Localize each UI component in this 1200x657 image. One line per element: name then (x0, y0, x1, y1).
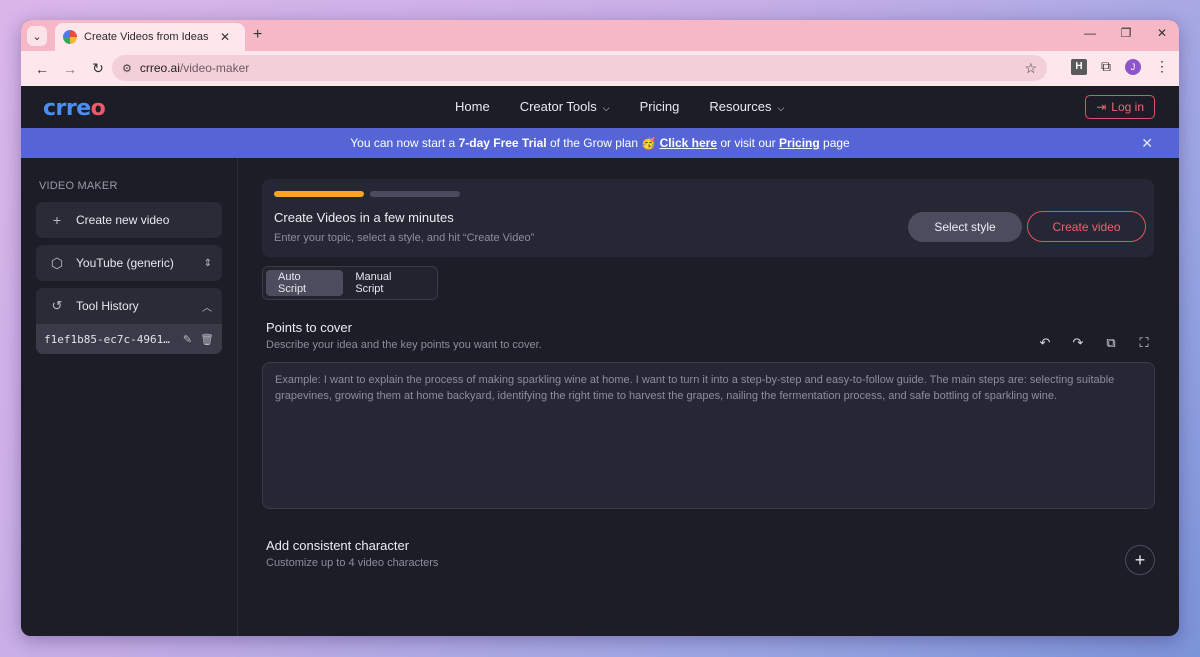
chevron-updown-icon: ⇕ (203, 257, 212, 269)
fullscreen-icon[interactable]: ⛶ (1137, 335, 1151, 351)
nav-pricing[interactable]: Pricing (640, 99, 680, 114)
add-character-button[interactable]: + (1125, 545, 1155, 575)
browser-window: ⌄ Create Videos from Ideas in Minutes ✕ … (21, 20, 1179, 636)
pricing-link[interactable]: Pricing (779, 136, 820, 150)
card-title: Create Videos in a few minutes (274, 210, 454, 225)
history-icon: ↺ (51, 298, 63, 313)
new-tab-button[interactable]: + (253, 26, 262, 44)
tab-manual-script[interactable]: Manual Script (343, 270, 434, 296)
promo-banner: You can now start a 7-day Free Trial of … (21, 128, 1179, 158)
extensions-area: H ⧉ J ⋮ (1071, 58, 1169, 75)
points-textarea[interactable]: Example: I want to explain the process o… (262, 362, 1155, 509)
tool-history: ↺ Tool History ︿ f1ef1b85-ec7c-4961-958.… (36, 288, 222, 354)
card-subtitle: Enter your topic, select a style, and hi… (274, 232, 535, 244)
browser-menu-icon[interactable]: ⋮ (1155, 58, 1169, 75)
address-bar-row: ← → ↻ ⚙ crreo.ai /video-maker ☆ H ⧉ J ⋮ (21, 51, 1179, 86)
select-style-button[interactable]: Select style (908, 212, 1022, 242)
copy-icon[interactable]: ⧉ (1104, 335, 1118, 351)
extensions-puzzle-icon[interactable]: ⧉ (1101, 58, 1111, 75)
tab-search-button[interactable]: ⌄ (27, 26, 47, 46)
restore-icon[interactable]: ❐ (1119, 26, 1133, 40)
close-icon[interactable]: ✕ (1141, 135, 1153, 152)
close-icon[interactable]: ✕ (220, 30, 230, 44)
progress-step-2 (370, 191, 460, 197)
points-title: Points to cover (266, 320, 352, 335)
history-item[interactable]: f1ef1b85-ec7c-4961-958... ✎ 🗑 (36, 324, 222, 354)
url-path: /video-maker (179, 61, 250, 75)
trash-icon[interactable]: 🗑 (200, 333, 214, 346)
login-button[interactable]: ⇥ Log in (1085, 95, 1155, 119)
site-settings-icon[interactable]: ⚙ (122, 62, 132, 75)
platform-select[interactable]: ⬡ YouTube (generic) ⇕ (36, 245, 222, 281)
edit-pencil-icon[interactable]: ✎ (183, 333, 192, 346)
site-header: crreo Home Creator Tools ⌵ Pricing Resour… (21, 86, 1179, 128)
character-title: Add consistent character (266, 538, 410, 553)
reload-icon[interactable]: ↻ (87, 60, 109, 77)
extension-h-icon[interactable]: H (1071, 58, 1087, 75)
window-controls: — ❐ ✕ (1083, 26, 1169, 40)
party-emoji-icon: 🥳 (641, 136, 657, 150)
sidebar: VIDEO MAKER + Create new video ⬡ YouTube… (21, 158, 238, 636)
plus-icon: + (1134, 549, 1146, 570)
sidebar-heading: VIDEO MAKER (39, 180, 118, 192)
chevron-down-icon: ⌵ (777, 103, 785, 113)
chevron-down-icon: ⌄ (32, 30, 42, 43)
character-subtitle: Customize up to 4 video characters (266, 557, 439, 569)
editor-toolbar: ↶ ↷ ⧉ ⛶ (1038, 335, 1151, 351)
progress-steps (274, 191, 460, 197)
chevron-up-icon: ︿ (202, 302, 212, 314)
chevron-down-icon: ⌵ (602, 103, 610, 113)
login-icon: ⇥ (1096, 100, 1107, 114)
main-nav: Home Creator Tools ⌵ Pricing Resources ⌵ (455, 99, 784, 114)
minimize-icon[interactable]: — (1083, 26, 1097, 40)
points-subtitle: Describe your idea and the key points yo… (266, 339, 542, 351)
tab-title: Create Videos from Ideas in Minutes (84, 31, 212, 43)
crreo-logo[interactable]: crreo (43, 96, 106, 121)
profile-avatar[interactable]: J (1125, 58, 1141, 75)
forward-arrow-icon[interactable]: → (59, 61, 81, 77)
redo-icon[interactable]: ↷ (1071, 335, 1085, 351)
main-content: Create Videos in a few minutes Enter you… (238, 158, 1179, 636)
cube-icon: ⬡ (50, 254, 64, 271)
nav-resources[interactable]: Resources ⌵ (709, 99, 784, 114)
back-arrow-icon[interactable]: ← (31, 61, 53, 77)
nav-creator-tools[interactable]: Creator Tools ⌵ (520, 99, 610, 114)
click-here-link[interactable]: Click here (660, 136, 717, 150)
create-video-button[interactable]: Create video (1027, 211, 1146, 242)
bookmark-star-icon[interactable]: ☆ (1024, 60, 1037, 77)
tab-auto-script[interactable]: Auto Script (266, 270, 344, 296)
favicon-icon (63, 30, 77, 44)
browser-tab[interactable]: Create Videos from Ideas in Minutes ✕ (55, 23, 245, 51)
tool-history-toggle[interactable]: ↺ Tool History ︿ (36, 288, 222, 324)
create-video-card: Create Videos in a few minutes Enter you… (262, 179, 1154, 257)
window-close-icon[interactable]: ✕ (1155, 26, 1169, 40)
url-host: crreo.ai (139, 61, 180, 75)
progress-step-1 (274, 191, 364, 197)
tab-strip: ⌄ Create Videos from Ideas in Minutes ✕ … (21, 20, 1179, 51)
script-mode-toggle: Auto Script Manual Script (262, 266, 438, 300)
plus-icon: + (52, 212, 62, 228)
url-bar[interactable]: ⚙ crreo.ai /video-maker ☆ (112, 55, 1047, 81)
app-body: VIDEO MAKER + Create new video ⬡ YouTube… (21, 158, 1179, 636)
create-new-video-button[interactable]: + Create new video (36, 202, 222, 238)
nav-home[interactable]: Home (455, 99, 490, 114)
undo-icon[interactable]: ↶ (1038, 335, 1052, 351)
